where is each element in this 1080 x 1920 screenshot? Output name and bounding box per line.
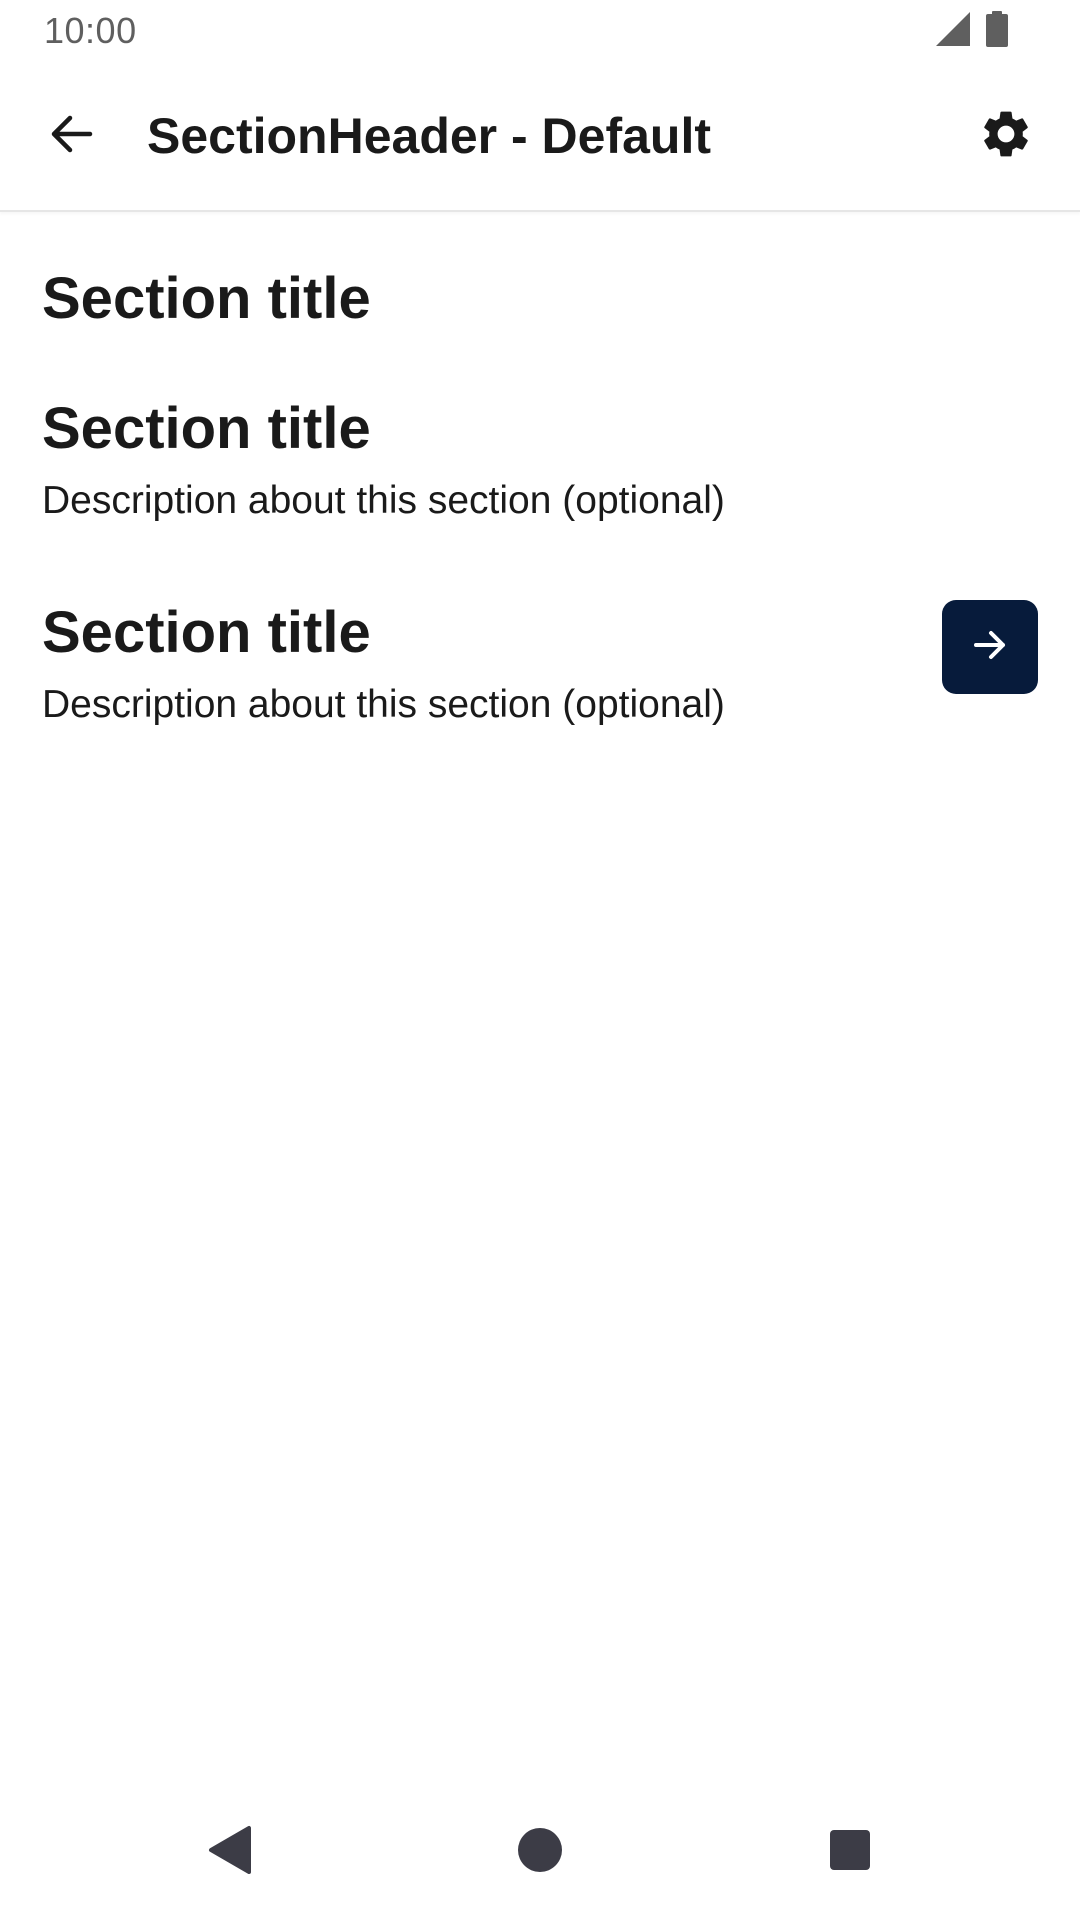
section-header: Section title	[42, 264, 1038, 334]
page-title: SectionHeader - Default	[147, 108, 712, 164]
arrow-forward-icon	[970, 625, 1010, 670]
section-action-button[interactable]	[942, 600, 1038, 694]
arrow-back-icon	[48, 110, 96, 163]
nav-home-icon	[517, 1827, 563, 1878]
section-title: Section title	[42, 600, 371, 665]
system-nav-bar	[0, 1794, 1080, 1920]
nav-recents-icon	[829, 1829, 871, 1876]
nav-recents-button[interactable]	[820, 1822, 880, 1882]
battery-icon	[986, 10, 1008, 52]
gear-icon	[978, 106, 1034, 167]
nav-back-icon	[207, 1825, 253, 1880]
status-bar: 10:00	[0, 0, 1080, 62]
status-time: 10:00	[44, 10, 137, 51]
status-icons	[936, 10, 1008, 51]
section-title: Section title	[42, 396, 371, 461]
nav-back-button[interactable]	[200, 1822, 260, 1882]
section-header: Section title Description about this sec…	[42, 598, 1038, 730]
settings-button[interactable]	[972, 102, 1040, 170]
app-bar: SectionHeader - Default	[0, 62, 1080, 212]
section-description: Description about this section (optional…	[42, 479, 725, 522]
section-description: Description about this section (optional…	[42, 683, 725, 726]
nav-home-button[interactable]	[510, 1822, 570, 1882]
cellular-signal-icon	[936, 11, 970, 51]
section-title: Section title	[42, 266, 371, 331]
back-button[interactable]	[38, 102, 106, 170]
section-header: Section title Description about this sec…	[42, 394, 1038, 526]
